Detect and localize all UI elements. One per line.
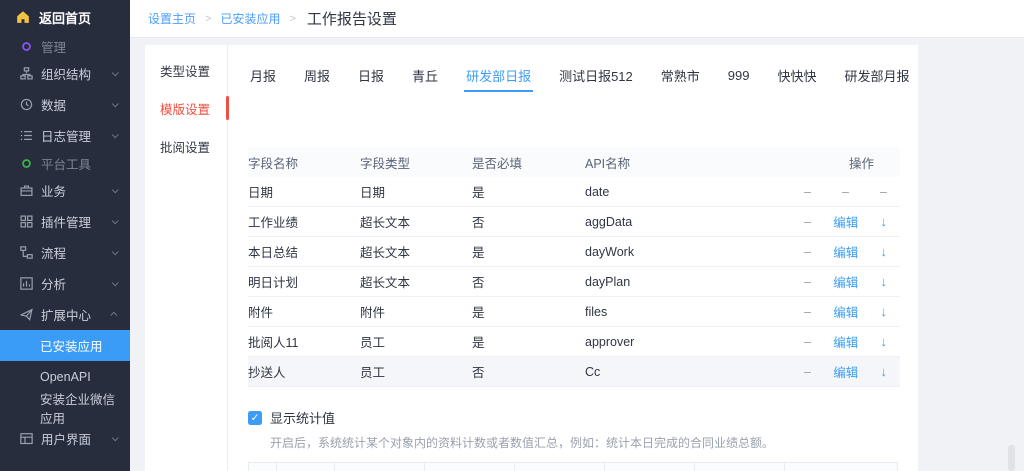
sidebar: 返回首页 管理 组织结构 数据 日志管理 平台工具 [0,0,130,471]
tab[interactable]: 青丘 [412,59,438,92]
sidebar-item-openapi[interactable]: OpenAPI [0,361,130,392]
move-down-icon[interactable]: ↓ [881,334,888,349]
edit-button[interactable]: 编辑 [833,362,858,381]
table-header-row: 字段名称 字段类型 是否必填 API名称 操作 [248,147,900,177]
chevron-down-icon [112,69,119,76]
sort-action-disabled: – [880,185,887,199]
page-title: 工作报告设置 [307,8,397,29]
edit-action-disabled: – [842,185,849,199]
tab[interactable]: 测试日报512 [559,59,633,92]
tab[interactable]: 快快快 [778,59,817,92]
move-action-disabled: – [804,215,811,229]
list-icon [20,129,34,142]
grid-icon [20,215,34,228]
tab[interactable]: 研发部月报 [845,59,910,92]
fields-table: 字段名称 字段类型 是否必填 API名称 操作 日期 日期 是 date – –… [248,147,900,387]
breadcrumb-separator: > [205,13,211,25]
edit-button[interactable]: 编辑 [833,242,858,261]
chevron-down-icon [112,100,119,107]
sidebar-item-business[interactable]: 业务 [0,175,130,206]
tab[interactable]: 周报 [304,59,330,92]
flow-icon [20,246,34,259]
table-row: 批阅人11 员工 是 approver – 编辑 ↓ [248,327,900,357]
move-action-disabled: – [804,185,811,199]
tab[interactable]: 999 [728,59,750,92]
org-structure-icon [20,67,34,80]
move-action-disabled: – [804,245,811,259]
edit-button[interactable]: 编辑 [833,332,858,351]
sidebar-item-installed-apps[interactable]: 已安装应用 [0,330,130,361]
sidebar-item-org-structure[interactable]: 组织结构 [0,58,130,89]
move-down-icon[interactable]: ↓ [881,274,888,289]
move-action-disabled: – [804,275,811,289]
layout-icon [20,432,34,445]
table-row: 日期 日期 是 date – – – [248,177,900,207]
home-icon [16,10,30,24]
sidebar-item-process[interactable]: 流程 [0,237,130,268]
chevron-down-icon [112,248,119,255]
table-row: 本日总结 超长文本 是 dayWork – 编辑 ↓ [248,237,900,267]
back-to-home-button[interactable]: 返回首页 [0,0,130,34]
sidebar-section-management: 管理 [0,34,130,58]
show-stats-description: 开启后，系统统计某个对象内的资料计数或者数值汇总，例如：统计本日完成的合同业绩总… [270,434,918,451]
chevron-up-icon [110,312,117,319]
settings-submenu: 类型设置 模版设置 批阅设置 [145,45,228,471]
ring-green-icon [20,157,34,170]
submenu-item-template-settings[interactable]: 模版设置 [145,89,227,127]
clock-icon [20,98,34,111]
submenu-item-type-settings[interactable]: 类型设置 [145,51,227,89]
chevron-down-icon [112,217,119,224]
sidebar-item-extension-center[interactable]: 扩展中心 [0,299,130,330]
back-to-home-label: 返回首页 [39,8,91,27]
edit-button[interactable]: 编辑 [833,302,858,321]
breadcrumb-separator: > [289,13,295,25]
move-down-icon[interactable]: ↓ [881,304,888,319]
ring-purple-icon [20,40,34,53]
edit-button[interactable]: 编辑 [833,212,858,231]
edit-button[interactable]: 编辑 [833,272,858,291]
chevron-down-icon [112,434,119,441]
bar-chart-icon [20,277,34,290]
tab-active[interactable]: 研发部日报 [466,59,531,92]
settings-card: 类型设置 模版设置 批阅设置 月报 周报 日报 青丘 研发部日报 测试日报512… [145,45,918,471]
move-down-icon[interactable]: ↓ [881,214,888,229]
table-row: 附件 附件 是 files – 编辑 ↓ [248,297,900,327]
chevron-down-icon [112,186,119,193]
table-row: 抄送人 员工 否 Cc – 编辑 ↓ [248,357,900,387]
sidebar-item-analysis[interactable]: 分析 [0,268,130,299]
show-stats-label: 显示统计值 [270,408,335,427]
sidebar-item-log-management[interactable]: 日志管理 [0,120,130,151]
breadcrumb-link-settings-home[interactable]: 设置主页 [148,10,196,27]
briefcase-icon [20,184,34,197]
move-action-disabled: – [804,365,811,379]
template-settings-panel: 月报 周报 日报 青丘 研发部日报 测试日报512 常熟市 999 快快快 研发… [228,45,918,471]
table-row: 明日计划 超长文本 否 dayPlan – 编辑 ↓ [248,267,900,297]
main-area: 设置主页 > 已安装应用 > 工作报告设置 类型设置 模版设置 批阅设置 月报 … [130,0,1024,471]
show-stats-section: 显示统计值 开启后，系统统计某个对象内的资料计数或者数值汇总，例如：统计本日完成… [248,408,918,451]
move-action-disabled: – [804,305,811,319]
show-stats-checkbox-checked[interactable] [248,411,262,425]
submenu-item-review-settings[interactable]: 批阅设置 [145,127,227,165]
sidebar-item-install-wecom-app[interactable]: 安装企业微信应用 [0,392,130,423]
tab[interactable]: 月报 [250,59,276,92]
move-action-disabled: – [804,335,811,349]
sidebar-item-user-interface[interactable]: 用户界面 [0,423,130,454]
move-down-icon[interactable]: ↓ [881,364,888,379]
breadcrumb-link-installed-apps[interactable]: 已安装应用 [220,10,280,27]
table-row: 工作业绩 超长文本 否 aggData – 编辑 ↓ [248,207,900,237]
chevron-down-icon [112,279,119,286]
paper-plane-icon [20,308,34,321]
move-down-icon[interactable]: ↓ [881,244,888,259]
breadcrumb: 设置主页 > 已安装应用 > 工作报告设置 [130,0,1024,38]
chevron-down-icon [112,131,119,138]
next-table-partial [248,462,898,471]
sidebar-item-plugin-management[interactable]: 插件管理 [0,206,130,237]
tab[interactable]: 日报 [358,59,384,92]
sidebar-item-data[interactable]: 数据 [0,89,130,120]
sidebar-section-platform-tools: 平台工具 [0,151,130,175]
report-type-tabs: 月报 周报 日报 青丘 研发部日报 测试日报512 常熟市 999 快快快 研发… [228,59,918,92]
tab[interactable]: 常熟市 [661,59,700,92]
scrollbar-thumb[interactable] [1008,445,1015,471]
